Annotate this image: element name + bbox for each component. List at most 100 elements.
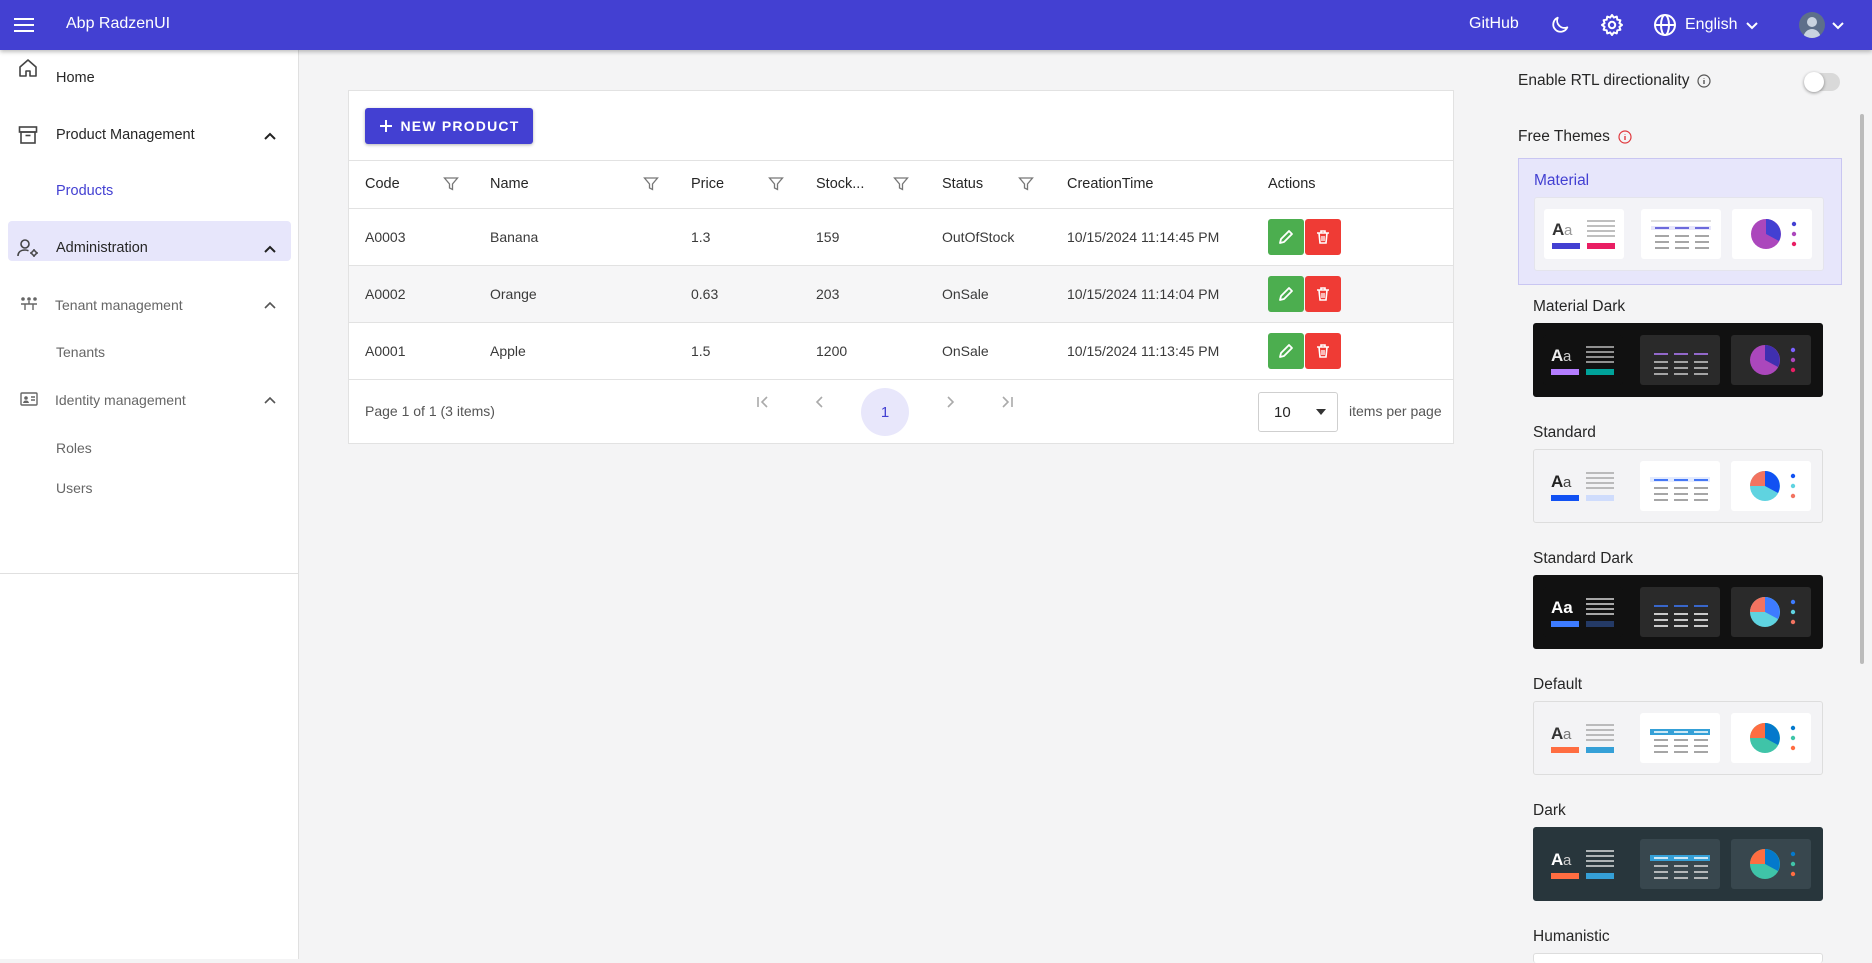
column-header-status[interactable]: Status: [942, 176, 983, 192]
language-label: English: [1685, 16, 1738, 33]
svg-text:a: a: [1563, 348, 1572, 365]
new-product-label: NEW PRODUCT: [400, 118, 520, 134]
theme-option-humanistic[interactable]: Humanistic: [1518, 915, 1842, 963]
delete-button[interactable]: [1305, 276, 1341, 312]
column-header-code[interactable]: Code: [365, 176, 400, 192]
grid-header: Code Name Price Stock... Status Creation…: [349, 160, 1453, 209]
first-page-icon[interactable]: [755, 394, 771, 410]
column-header-creationtime[interactable]: CreationTime: [1067, 176, 1154, 192]
theme-option-default[interactable]: Default Aa: [1518, 663, 1842, 789]
cell-stock: 159: [816, 229, 840, 245]
cell-code: A0003: [365, 229, 406, 245]
pencil-icon: [1278, 343, 1294, 359]
theme-option-material-dark[interactable]: Material Dark Aa: [1518, 285, 1842, 411]
chevron-down-icon: [1745, 18, 1759, 32]
cell-price: 1.5: [691, 343, 711, 359]
filter-icon[interactable]: [768, 176, 784, 192]
chevron-up-icon[interactable]: [263, 298, 277, 312]
user-menu[interactable]: [1799, 12, 1845, 38]
cell-status: OnSale: [942, 343, 989, 359]
user-cog-icon: [17, 238, 39, 258]
page-size-select[interactable]: 10: [1258, 392, 1338, 432]
theme-name: Material: [1534, 172, 1590, 189]
theme-option-standard[interactable]: Standard Aa: [1518, 411, 1842, 537]
archive-box-icon: [18, 125, 38, 145]
chevron-up-icon[interactable]: [262, 241, 278, 257]
scrollbar[interactable]: [1860, 114, 1864, 664]
column-header-stock[interactable]: Stock...: [816, 176, 864, 192]
dark-mode-moon-icon[interactable]: [1549, 14, 1571, 36]
filter-icon[interactable]: [643, 176, 659, 192]
cell-name: Orange: [490, 286, 537, 302]
cell-price: 1.3: [691, 229, 711, 245]
github-link[interactable]: GitHub: [1469, 15, 1519, 33]
theme-option-dark[interactable]: Dark Aa: [1518, 789, 1842, 915]
svg-text:a: a: [1563, 726, 1572, 743]
page-number-current[interactable]: 1: [861, 388, 909, 436]
theme-name: Dark: [1533, 802, 1566, 819]
cell-creationtime: 10/15/2024 11:13:45 PM: [1067, 343, 1220, 359]
previous-page-icon[interactable]: [812, 394, 828, 410]
sidebar-item-home[interactable]: Home: [0, 50, 299, 88]
avatar: [1799, 12, 1825, 38]
row-actions: [1268, 219, 1341, 255]
top-bar: Abp RadzenUI GitHub English: [0, 0, 1872, 50]
free-themes-label: Free Themes: [1518, 128, 1610, 145]
sidebar-item-label: Product Management: [56, 127, 195, 143]
page-size-value: 10: [1274, 404, 1291, 421]
sidebar-item-tenants[interactable]: Tenants: [56, 344, 105, 360]
info-icon[interactable]: [1618, 130, 1632, 144]
table-row[interactable]: A0002 Orange 0.63 203 OnSale 10/15/2024 …: [349, 266, 1453, 323]
filter-icon[interactable]: [443, 176, 459, 192]
info-icon[interactable]: [1697, 74, 1712, 88]
table-row[interactable]: A0001 Apple 1.5 1200 OnSale 10/15/2024 1…: [349, 323, 1453, 380]
svg-text:A: A: [1551, 850, 1563, 869]
rtl-label: Enable RTL directionality: [1518, 72, 1690, 89]
pager-summary: Page 1 of 1 (3 items): [365, 403, 495, 419]
sidebar-item-roles[interactable]: Roles: [56, 440, 92, 456]
sidebar-divider: [0, 573, 299, 574]
trash-icon: [1315, 286, 1331, 302]
sidebar-item-tenant-management[interactable]: Tenant management: [55, 297, 183, 313]
table-row[interactable]: A0003 Banana 1.3 159 OutOfStock 10/15/20…: [349, 209, 1453, 266]
theme-preview: Aa: [1533, 701, 1823, 775]
home-icon: [18, 58, 38, 78]
filter-icon[interactable]: [1018, 176, 1034, 192]
theme-option-material[interactable]: Material Aa: [1518, 158, 1842, 285]
theme-name: Material Dark: [1533, 298, 1626, 315]
language-selector[interactable]: English: [1653, 13, 1759, 37]
column-header-actions: Actions: [1268, 176, 1316, 192]
plus-icon: [379, 119, 393, 133]
settings-gear-icon[interactable]: [1600, 13, 1624, 37]
edit-button[interactable]: [1268, 276, 1304, 312]
cell-name: Apple: [490, 343, 526, 359]
cell-code: A0002: [365, 286, 406, 302]
edit-button[interactable]: [1268, 219, 1304, 255]
sidebar: Home Product Management Products Adminis…: [0, 50, 299, 959]
theme-name: Default: [1533, 676, 1583, 693]
column-header-name[interactable]: Name: [490, 176, 529, 192]
theme-preview: Aa: [1534, 197, 1824, 271]
last-page-icon[interactable]: [999, 394, 1015, 410]
chevron-up-icon[interactable]: [262, 128, 278, 144]
sidebar-item-administration[interactable]: Administration: [56, 240, 148, 256]
items-per-page-label: items per page: [1349, 403, 1442, 419]
chevron-up-icon[interactable]: [263, 393, 277, 407]
next-page-icon[interactable]: [942, 394, 958, 410]
chevron-down-icon: [1831, 18, 1845, 32]
column-header-price[interactable]: Price: [691, 176, 724, 192]
delete-button[interactable]: [1305, 333, 1341, 369]
new-product-button[interactable]: NEW PRODUCT: [365, 108, 533, 144]
sidebar-item-users[interactable]: Users: [56, 480, 93, 496]
theme-option-standard-dark[interactable]: Standard Dark Aa: [1518, 537, 1842, 663]
edit-button[interactable]: [1268, 333, 1304, 369]
trash-icon: [1315, 343, 1331, 359]
sidebar-item-identity-management[interactable]: Identity management: [55, 392, 186, 408]
sidebar-item-products[interactable]: [8, 221, 291, 261]
hamburger-menu-icon[interactable]: [13, 15, 35, 35]
app-title[interactable]: Abp RadzenUI: [66, 15, 170, 33]
rtl-toggle-switch[interactable]: [1804, 72, 1840, 92]
pencil-icon: [1278, 286, 1294, 302]
delete-button[interactable]: [1305, 219, 1341, 255]
filter-icon[interactable]: [893, 176, 909, 192]
